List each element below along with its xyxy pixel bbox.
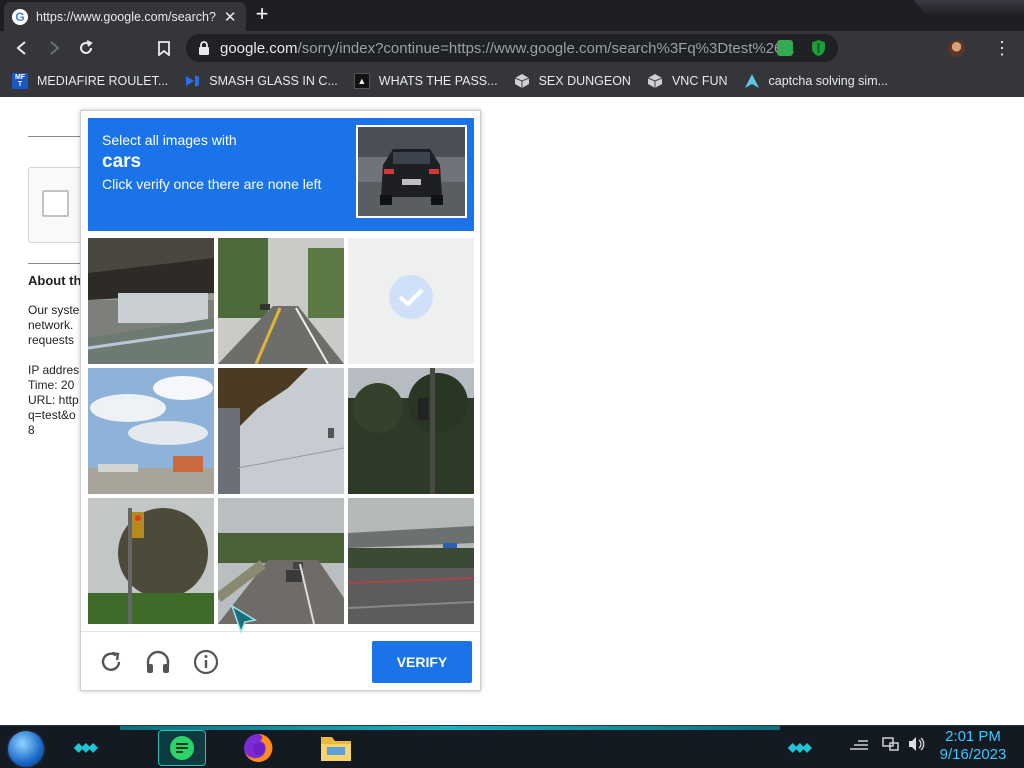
arch-icon bbox=[744, 73, 760, 89]
chevron-decoration-icon: ◆◆◆ bbox=[788, 740, 812, 754]
body-line: network. bbox=[28, 318, 74, 332]
target-keyword: cars bbox=[102, 151, 142, 172]
profile-avatar[interactable] bbox=[948, 40, 965, 57]
captcha-challenge: Select all images with cars Click verify… bbox=[80, 110, 481, 691]
tile-road-with-car[interactable] bbox=[218, 238, 344, 364]
volume-icon[interactable] bbox=[908, 736, 926, 752]
url-path: /sorry/index?continue=https://www.google… bbox=[297, 39, 795, 57]
tab-title: https://www.google.com/search?q bbox=[36, 9, 217, 24]
file-explorer-icon[interactable] bbox=[318, 730, 354, 766]
reload-icon[interactable] bbox=[76, 38, 96, 58]
google-favicon-icon: G bbox=[12, 8, 28, 25]
tile-sky-buildings[interactable] bbox=[88, 368, 214, 494]
bookmark-item[interactable]: SEX DUNGEON bbox=[514, 73, 631, 89]
system-clock[interactable]: 2:01 PM 9/16/2023 bbox=[928, 728, 1018, 764]
cube-icon bbox=[514, 73, 530, 89]
checkmark-icon bbox=[389, 275, 433, 319]
verify-button[interactable]: VERIFY bbox=[372, 641, 472, 683]
bookmarks-bar: MF T MEDIAFIRE ROULET... SMASH GLASS IN C… bbox=[0, 65, 1024, 97]
bookmark-item[interactable]: MF T MEDIAFIRE ROULET... bbox=[12, 73, 168, 89]
browser-tab[interactable]: G https://www.google.com/search?q ✕ bbox=[4, 2, 246, 31]
body-line: Our syste bbox=[28, 303, 80, 317]
tile-palm-tree[interactable] bbox=[218, 368, 344, 494]
detail-line: IP addres bbox=[28, 363, 80, 377]
challenge-header: Select all images with cars Click verify… bbox=[88, 118, 474, 231]
taskbar: ◆◆◆ ◆◆◆ 2:01 PM 9/16/2023 bbox=[0, 725, 1024, 768]
bookmark-label: SEX DUNGEON bbox=[538, 74, 631, 88]
shield-extension-icon[interactable] bbox=[811, 39, 826, 57]
bookmark-icon[interactable] bbox=[154, 38, 174, 58]
bookmark-item[interactable]: VNC FUN bbox=[647, 73, 728, 89]
tile-selected-blank[interactable] bbox=[348, 238, 474, 364]
bookmark-item[interactable]: captcha solving sim... bbox=[744, 73, 889, 89]
bookmark-label: WHATS THE PASS... bbox=[378, 74, 498, 88]
detail-line: Time: 20 bbox=[28, 378, 75, 392]
info-icon[interactable] bbox=[193, 649, 219, 675]
divider bbox=[28, 136, 88, 137]
network-icon[interactable] bbox=[882, 736, 900, 752]
tile-trees-traffic-light[interactable] bbox=[348, 368, 474, 494]
clock-time: 2:01 PM bbox=[945, 728, 1001, 745]
forward-icon[interactable] bbox=[44, 38, 64, 58]
bookmark-label: SMASH GLASS IN C... bbox=[209, 74, 338, 88]
mouse-cursor-icon bbox=[230, 604, 258, 635]
firefox-icon[interactable] bbox=[240, 730, 276, 766]
sample-car-image bbox=[356, 125, 467, 218]
hint-text: Click verify once there are none left bbox=[102, 176, 322, 192]
tile-traffic-light-tree[interactable] bbox=[88, 498, 214, 624]
terminal-icon: ▲ bbox=[353, 73, 370, 89]
bookmark-item[interactable]: ▲ WHATS THE PASS... bbox=[353, 73, 498, 89]
address-bar[interactable]: google.com /sorry/index?continue=https:/… bbox=[186, 34, 838, 62]
mediafire-icon: MF T bbox=[12, 73, 28, 89]
notes-extension-icon[interactable] bbox=[777, 40, 793, 56]
detail-line: 8 bbox=[28, 423, 35, 437]
cube-icon bbox=[647, 73, 663, 89]
clock-date: 9/16/2023 bbox=[939, 746, 1007, 763]
image-grid bbox=[88, 238, 474, 624]
tab-close-icon[interactable]: ✕ bbox=[222, 8, 238, 26]
about-heading: About th bbox=[28, 273, 82, 288]
bookmark-item[interactable]: SMASH GLASS IN C... bbox=[184, 73, 338, 89]
detail-line: URL: http bbox=[28, 393, 79, 407]
browser-menu-icon[interactable]: ⋮ bbox=[993, 39, 1011, 57]
new-tab-button[interactable]: + bbox=[251, 3, 273, 26]
system-tray bbox=[848, 736, 926, 752]
bookmark-label: VNC FUN bbox=[671, 74, 728, 88]
reload-challenge-icon[interactable] bbox=[98, 649, 124, 675]
browser-toolbar: google.com /sorry/index?continue=https:/… bbox=[0, 31, 1024, 65]
tray-expand-icon[interactable] bbox=[848, 737, 870, 751]
tile-overpass[interactable] bbox=[88, 238, 214, 364]
bookmark-label: MEDIAFIRE ROULET... bbox=[37, 74, 169, 88]
divider bbox=[28, 263, 88, 264]
tile-highway-bridge[interactable] bbox=[348, 498, 474, 624]
recaptcha-checkbox[interactable] bbox=[42, 190, 69, 217]
lock-icon bbox=[199, 41, 209, 55]
url-host: google.com bbox=[220, 39, 298, 57]
taskbar-accent bbox=[120, 726, 780, 730]
visual-studio-icon bbox=[184, 73, 200, 89]
bookmark-label: captcha solving sim... bbox=[768, 74, 889, 88]
back-icon[interactable] bbox=[12, 38, 32, 58]
body-line: requests bbox=[28, 333, 75, 347]
audio-challenge-icon[interactable] bbox=[145, 649, 171, 675]
window-decoration bbox=[914, 0, 1024, 14]
recaptcha-widget[interactable] bbox=[28, 167, 88, 243]
chevron-decoration-icon: ◆◆◆ bbox=[74, 740, 98, 754]
start-button[interactable] bbox=[8, 731, 44, 767]
detail-line: q=test&o bbox=[28, 408, 76, 422]
tab-strip: G https://www.google.com/search?q ✕ + bbox=[0, 0, 1024, 31]
challenge-footer: VERIFY bbox=[81, 631, 480, 691]
instruction-text: Select all images with bbox=[102, 132, 237, 148]
notes-app-icon[interactable] bbox=[158, 730, 206, 766]
